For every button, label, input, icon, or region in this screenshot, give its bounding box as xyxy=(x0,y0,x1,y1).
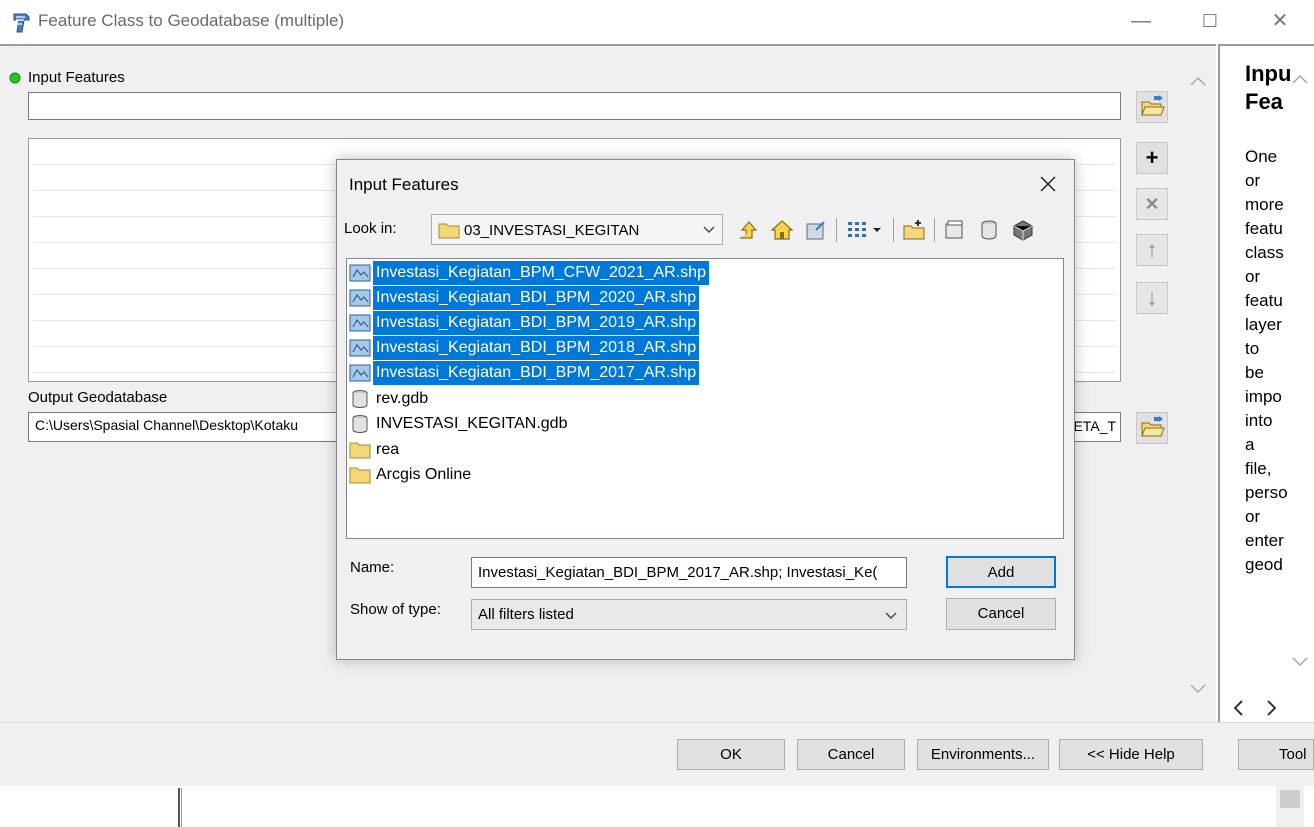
shapefile-icon xyxy=(349,339,371,357)
environments-button[interactable]: Environments... xyxy=(917,739,1049,770)
dialog-cancel-button[interactable]: Cancel xyxy=(946,598,1056,630)
scroll-down-icon[interactable] xyxy=(1188,682,1208,696)
view-menu-button[interactable] xyxy=(843,216,887,244)
list-view-icon xyxy=(848,222,881,237)
database-icon xyxy=(981,220,997,240)
move-down-button[interactable]: ↓ xyxy=(1136,282,1168,314)
up-level-icon xyxy=(740,221,758,239)
connect-folder-icon xyxy=(806,221,825,240)
chevron-down-icon xyxy=(703,226,715,233)
shapefile-icon xyxy=(349,314,371,332)
geodatabase-icon xyxy=(352,415,368,433)
open-folder-icon xyxy=(1141,416,1165,437)
list-item[interactable]: Investasi_Kegiatan_BDI_BPM_2020_AR.shp xyxy=(349,286,700,310)
list-item[interactable]: Investasi_Kegiatan_BPM_CFW_2021_AR.shp xyxy=(349,261,709,285)
cancel-button[interactable]: Cancel xyxy=(797,739,905,770)
dialog-toolbar xyxy=(734,216,1037,244)
toolbox-icon xyxy=(1013,220,1033,241)
connect-folder-button[interactable] xyxy=(802,216,830,244)
add-row-button[interactable]: + xyxy=(1136,142,1168,174)
shapefile-icon xyxy=(349,289,371,307)
home-icon xyxy=(770,220,794,240)
home-button[interactable] xyxy=(768,216,796,244)
file-list[interactable]: Investasi_Kegiatan_BPM_CFW_2021_AR.shp I… xyxy=(346,258,1064,539)
new-folder-icon xyxy=(903,220,925,240)
toolbox-script-icon xyxy=(13,13,30,33)
list-item[interactable]: rev.gdb xyxy=(349,387,431,411)
up-one-level-button[interactable] xyxy=(734,216,762,244)
help-scroll-right-icon[interactable] xyxy=(1262,698,1280,718)
help-scroll-down-icon[interactable] xyxy=(1290,655,1310,669)
shapefile-icon xyxy=(349,364,371,382)
help-scroll-up-icon[interactable] xyxy=(1290,72,1310,86)
shapefile-icon xyxy=(349,264,371,282)
tool-window: Feature Class to Geodatabase (multiple) … xyxy=(0,0,1314,827)
open-folder-icon xyxy=(1141,95,1165,116)
hide-help-button[interactable]: << Hide Help xyxy=(1059,739,1203,770)
title-bar: Feature Class to Geodatabase (multiple) … xyxy=(0,0,1314,44)
minimize-button[interactable]: — xyxy=(1121,8,1161,34)
move-up-button[interactable]: ↑ xyxy=(1136,234,1168,266)
list-item[interactable]: Investasi_Kegiatan_BDI_BPM_2018_AR.shp xyxy=(349,336,700,360)
required-dot-icon xyxy=(9,72,21,84)
tool-help-button[interactable]: Tool xyxy=(1238,739,1314,770)
look-in-label: Look in: xyxy=(344,220,397,237)
output-gdb-value: C:\Users\Spasial Channel\Desktop\Kotaku xyxy=(35,417,299,433)
list-item[interactable]: Investasi_Kegiatan_BDI_BPM_2019_AR.shp xyxy=(349,311,700,335)
background-area xyxy=(0,786,1314,827)
list-item[interactable]: Investasi_Kegiatan_BDI_BPM_2017_AR.shp xyxy=(349,361,700,385)
list-item[interactable]: INVESTASI_KEGITAN.gdb xyxy=(349,412,570,436)
folder-icon xyxy=(349,467,371,484)
chevron-down-icon xyxy=(885,612,897,619)
input-features-field[interactable] xyxy=(28,92,1121,120)
help-scroll-left-icon[interactable] xyxy=(1230,698,1248,718)
help-title: Inpu Fea xyxy=(1245,61,1290,114)
help-text: One or more featu class or featu layer to be im… xyxy=(1245,147,1288,574)
type-label: Show of type: xyxy=(350,601,441,618)
close-button[interactable]: ✕ xyxy=(1260,8,1300,34)
maximize-button[interactable]: ☐ xyxy=(1190,8,1230,34)
name-field[interactable]: Investasi_Kegiatan_BDI_BPM_2017_AR.shp; … xyxy=(471,557,907,588)
look-in-value: 03_INVESTASI_KEGITAN xyxy=(464,222,640,239)
browse-output-button[interactable] xyxy=(1136,412,1168,444)
button-bar: OK Cancel Environments... << Hide Help T… xyxy=(0,722,1314,786)
look-in-combo[interactable]: 03_INVESTASI_KEGITAN xyxy=(431,214,723,245)
input-features-label: Input Features xyxy=(28,69,125,86)
new-folder-button[interactable] xyxy=(900,216,928,244)
remove-row-button[interactable]: × xyxy=(1136,188,1168,220)
catalog-view-button-2[interactable] xyxy=(975,216,1003,244)
dialog-close-icon[interactable] xyxy=(1038,174,1058,194)
add-button[interactable]: Add xyxy=(946,556,1056,588)
output-gdb-tail: ETA_T xyxy=(1073,418,1116,434)
folder-icon xyxy=(349,442,371,459)
list-item[interactable]: rea xyxy=(349,438,402,462)
ok-button[interactable]: OK xyxy=(677,739,785,770)
output-gdb-label: Output Geodatabase xyxy=(28,389,168,406)
geodatabase-icon xyxy=(352,390,368,408)
folder-icon xyxy=(438,223,460,239)
type-select[interactable]: All filters listed xyxy=(471,599,907,630)
dialog-title: Input Features xyxy=(349,175,459,194)
input-features-dialog: Input Features Look in: 03_INVESTASI_KEG… xyxy=(336,159,1075,660)
catalog-view-button-3[interactable] xyxy=(1009,216,1037,244)
scroll-up-icon[interactable] xyxy=(1188,74,1208,88)
list-item[interactable]: Arcgis Online xyxy=(349,463,474,487)
window-title: Feature Class to Geodatabase (multiple) xyxy=(38,11,345,30)
name-label: Name: xyxy=(350,559,395,576)
catalog-view-button-1[interactable] xyxy=(941,216,969,244)
catalog-icon xyxy=(945,220,963,239)
browse-input-button[interactable] xyxy=(1136,91,1168,123)
